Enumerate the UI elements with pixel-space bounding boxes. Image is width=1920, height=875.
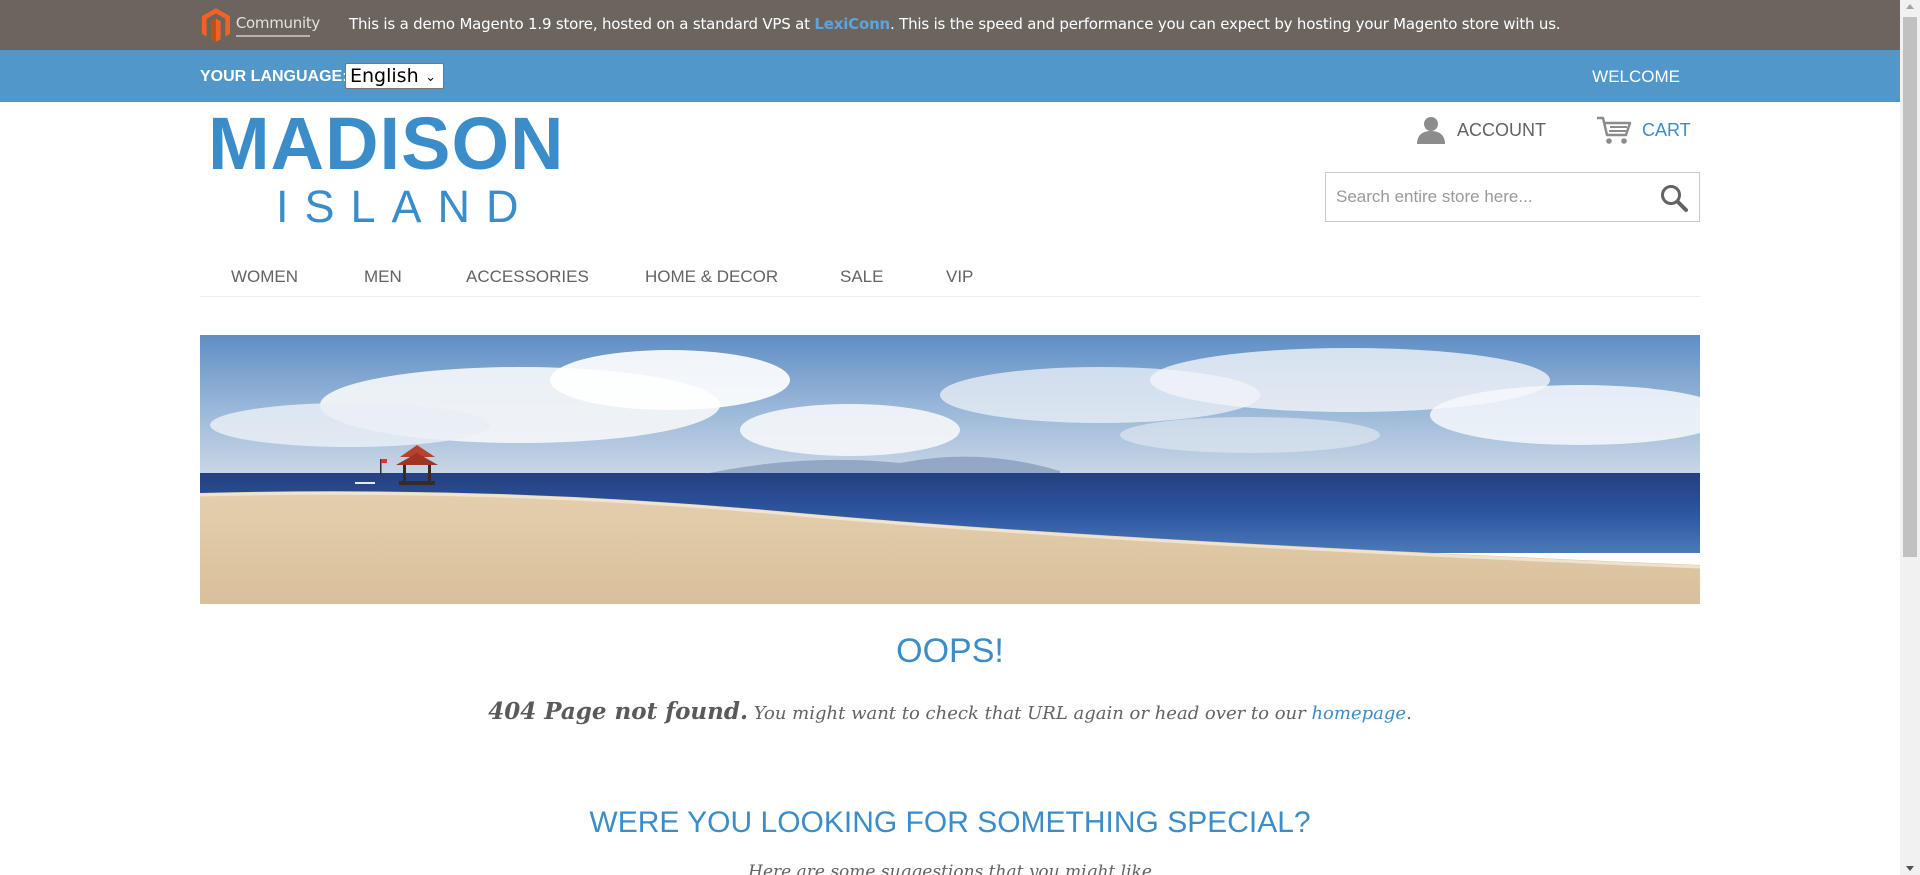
oops-heading: OOPS! [896,632,1004,670]
cart-icon [1597,116,1632,144]
user-icon [1417,117,1445,144]
magento-community-logo[interactable]: Community [200,5,320,45]
welcome-message: WELCOME [1592,67,1680,86]
nav-item-women[interactable]: WOMEN [231,267,298,287]
special-heading: WERE YOU LOOKING FOR SOMETHING SPECIAL? [589,806,1311,839]
not-found-message: 404 Page not found. You might want to ch… [0,698,1900,725]
account-link[interactable]: ACCOUNT [1415,114,1546,146]
nav-item-sale[interactable]: SALE [840,267,883,287]
search-icon[interactable] [1659,183,1689,213]
scroll-down-arrow-icon[interactable] [1906,866,1914,871]
nav-item-accessories[interactable]: ACCESSORIES [466,267,589,287]
cart-link[interactable]: CART [1596,114,1691,146]
scroll-up-arrow-icon[interactable] [1906,4,1914,9]
language-select[interactable]: English ⌄ [345,63,444,89]
nav-item-home-decor[interactable]: HOME & DECOR [645,267,778,287]
logo-wordmark: Community [235,13,320,37]
language-selected-value: English [350,65,419,87]
logo-underline [235,34,310,37]
notice-prefix: This is a demo Magento 1.9 store, hosted… [349,15,815,33]
not-found-title: 404 Page not found. [488,698,748,725]
beach-banner-image [200,335,1700,604]
magento-logo-icon [201,8,230,42]
language-label: YOUR LANGUAGE: [200,68,348,85]
language-bar: YOUR LANGUAGE: English ⌄ WELCOME [0,50,1900,102]
chevron-down-icon: ⌄ [425,70,436,85]
homepage-link[interactable]: homepage [1311,703,1406,724]
hint-prefix: You might want to check that URL again o… [747,703,1312,724]
logo-line-1: MADISON [208,102,565,185]
page-scrollbar[interactable] [1900,0,1920,875]
scrollbar-thumb[interactable] [1903,17,1917,557]
logo-line-2: ISLAND [276,181,535,232]
main-nav: WOMEN MEN ACCESSORIES HOME & DECOR SALE … [200,262,1700,297]
hero-banner [200,335,1700,604]
suggestions-text: Here are some suggestions that you might… [748,862,1152,875]
demo-notice-text: This is a demo Magento 1.9 store, hosted… [349,15,1561,33]
demo-notice-bar: Community This is a demo Magento 1.9 sto… [0,0,1900,50]
account-label: ACCOUNT [1457,119,1546,140]
lexiconn-link[interactable]: LexiConn [814,15,890,33]
search-box [1325,172,1700,222]
hint-suffix: . [1406,703,1412,724]
search-input[interactable] [1326,173,1646,221]
nav-item-men[interactable]: MEN [364,267,402,287]
notice-suffix: . This is the speed and performance you … [890,15,1561,33]
nav-item-vip[interactable]: VIP [946,267,973,287]
store-logo[interactable]: MADISON ISLAND [208,102,565,232]
cart-label: CART [1642,119,1691,140]
logo-text: Community [235,13,320,32]
